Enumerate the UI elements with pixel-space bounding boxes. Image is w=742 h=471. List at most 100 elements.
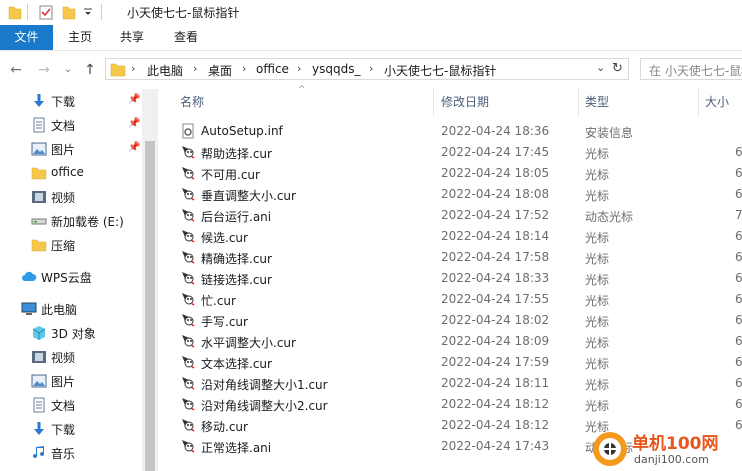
nav-label: 音乐 — [51, 447, 76, 461]
file-row[interactable]: 沿对角线调整大小2.cur 2022-04-24 18:12 光标 6 — [160, 394, 742, 415]
nav-item-videos[interactable]: 视频 — [0, 185, 142, 209]
file-date: 2022-04-24 17:45 — [441, 145, 550, 159]
cursor-file-icon — [182, 251, 195, 264]
breadcrumb-ysqqds[interactable]: ysqqds_ — [312, 62, 360, 76]
recent-locations-chevron-icon[interactable]: ⌄ — [60, 62, 76, 78]
file-type: 光标 — [585, 378, 610, 392]
file-row[interactable]: 手写.cur 2022-04-24 18:02 光标 6 — [160, 310, 742, 331]
address-bar[interactable]: › 此电脑 › 桌面 › office › ysqqds_ › 小天使七七-鼠标… — [105, 58, 629, 80]
tab-share[interactable]: 共享 — [114, 25, 150, 50]
music-icon — [33, 446, 45, 459]
breadcrumb-this-pc[interactable]: 此电脑 — [147, 62, 183, 79]
file-row[interactable]: 文本选择.cur 2022-04-24 17:59 光标 6 — [160, 352, 742, 373]
file-row[interactable]: 不可用.cur 2022-04-24 18:05 光标 6 — [160, 163, 742, 184]
forward-arrow-icon[interactable]: → — [36, 62, 52, 78]
cursor-file-icon — [182, 398, 195, 411]
file-type: 光标 — [585, 399, 610, 413]
column-divider[interactable] — [433, 89, 434, 116]
nav-label: 图片 — [51, 375, 76, 389]
nav-label: WPS云盘 — [41, 271, 92, 285]
file-row[interactable]: 候选.cur 2022-04-24 18:14 光标 6 — [160, 226, 742, 247]
cursor-file-icon — [182, 188, 195, 201]
column-divider[interactable] — [578, 89, 579, 116]
nav-item-wps-cloud[interactable]: WPS云盘 — [0, 265, 132, 289]
file-name: 垂直调整大小.cur — [201, 189, 296, 203]
file-row[interactable]: 后台运行.ani 2022-04-24 17:52 动态光标 79 — [160, 205, 742, 226]
breadcrumb-current-folder[interactable]: 小天使七七-鼠标指针 — [384, 62, 496, 79]
search-placeholder: 在 小天使七七-鼠标 — [649, 64, 742, 78]
file-name: 手写.cur — [201, 315, 248, 329]
properties-icon[interactable] — [38, 4, 54, 20]
file-size: 6 — [735, 187, 742, 201]
nav-item-music[interactable]: 音乐 — [0, 441, 142, 465]
cursor-file-icon — [182, 335, 195, 348]
cursor-file-icon — [182, 419, 195, 432]
file-row[interactable]: 链接选择.cur 2022-04-24 18:33 光标 6 — [160, 268, 742, 289]
download-icon — [34, 94, 44, 107]
file-type: 光标 — [585, 168, 610, 182]
nav-item-pictures[interactable]: 图片 📌 — [0, 137, 142, 161]
cursor-file-icon — [182, 230, 195, 243]
animated-cursor-file-icon — [182, 440, 195, 453]
file-name: 水平调整大小.cur — [201, 336, 296, 350]
file-row[interactable]: 垂直调整大小.cur 2022-04-24 18:08 光标 6 — [160, 184, 742, 205]
file-row[interactable]: 精确选择.cur 2022-04-24 17:58 光标 6 — [160, 247, 742, 268]
file-size: 6 — [735, 334, 742, 348]
cursor-file-icon — [182, 167, 195, 180]
file-size: 6 — [735, 355, 742, 369]
document-icon — [33, 397, 45, 413]
nav-item-drive-e[interactable]: 新加载卷 (E:) — [0, 209, 142, 233]
nav-item-downloads[interactable]: 下载 📌 — [0, 89, 142, 113]
nav-label: 下载 — [51, 95, 76, 109]
nav-item-pictures[interactable]: 图片 — [0, 369, 142, 393]
breadcrumb-desktop[interactable]: 桌面 — [208, 62, 232, 79]
watermark-brand: 单机100网 — [632, 434, 719, 454]
file-name: 后台运行.ani — [201, 210, 272, 224]
tab-home[interactable]: 主页 — [62, 25, 98, 50]
nav-item-office[interactable]: office — [0, 161, 142, 185]
new-folder-icon[interactable] — [62, 4, 76, 20]
column-header-type[interactable]: 类型 — [585, 89, 609, 116]
file-name: 沿对角线调整大小1.cur — [201, 378, 328, 392]
breadcrumb-office[interactable]: office — [256, 62, 289, 76]
nav-item-this-pc[interactable]: 此电脑 — [0, 297, 132, 321]
file-name: 帮助选择.cur — [201, 147, 272, 161]
file-row[interactable]: 帮助选择.cur 2022-04-24 17:45 光标 6 — [160, 142, 742, 163]
column-header-date[interactable]: 修改日期 — [441, 89, 489, 116]
tab-file[interactable]: 文件 — [0, 25, 53, 50]
file-row[interactable]: AutoSetup.inf 2022-04-24 18:36 安装信息 — [160, 121, 742, 142]
column-header-size[interactable]: 大小 — [705, 89, 729, 116]
file-name: 文本选择.cur — [201, 357, 272, 371]
address-dropdown-chevron-icon[interactable]: ⌄ — [596, 61, 605, 74]
divider — [101, 4, 102, 20]
file-size: 79 — [735, 208, 742, 222]
up-arrow-icon[interactable]: ↑ — [82, 62, 98, 78]
nav-item-documents[interactable]: 文档 — [0, 393, 142, 417]
breadcrumb-separator-icon: › — [131, 62, 136, 75]
file-name: 移动.cur — [201, 420, 248, 434]
file-date: 2022-04-24 18:33 — [441, 271, 550, 285]
refresh-icon[interactable]: ↻ — [612, 61, 623, 76]
file-name: 链接选择.cur — [201, 273, 272, 287]
column-divider[interactable] — [698, 89, 699, 116]
file-date: 2022-04-24 18:08 — [441, 187, 550, 201]
nav-item-compressed[interactable]: 压缩 — [0, 233, 142, 257]
file-row[interactable]: 水平调整大小.cur 2022-04-24 18:09 光标 6 — [160, 331, 742, 352]
title-bar: 小天使七七-鼠标指针 — [0, 0, 742, 25]
customize-toolbar-icon[interactable] — [83, 4, 93, 20]
file-size: 6 — [735, 145, 742, 159]
file-name: 候选.cur — [201, 231, 248, 245]
search-input[interactable]: 在 小天使七七-鼠标 — [640, 58, 742, 80]
file-row[interactable]: 忙.cur 2022-04-24 17:55 光标 6 — [160, 289, 742, 310]
nav-scrollbar-thumb[interactable] — [145, 141, 155, 471]
tab-view[interactable]: 查看 — [168, 25, 204, 50]
nav-item-documents[interactable]: 文档 📌 — [0, 113, 142, 137]
nav-item-3d-objects[interactable]: 3D 对象 — [0, 321, 142, 345]
cursor-file-icon — [182, 146, 195, 159]
column-header-name[interactable]: 名称 — [180, 89, 204, 116]
file-row[interactable]: 沿对角线调整大小1.cur 2022-04-24 18:11 光标 6 — [160, 373, 742, 394]
file-date: 2022-04-24 17:43 — [441, 439, 550, 453]
nav-item-downloads[interactable]: 下载 — [0, 417, 142, 441]
back-arrow-icon[interactable]: ← — [8, 62, 24, 78]
nav-item-videos[interactable]: 视频 — [0, 345, 142, 369]
